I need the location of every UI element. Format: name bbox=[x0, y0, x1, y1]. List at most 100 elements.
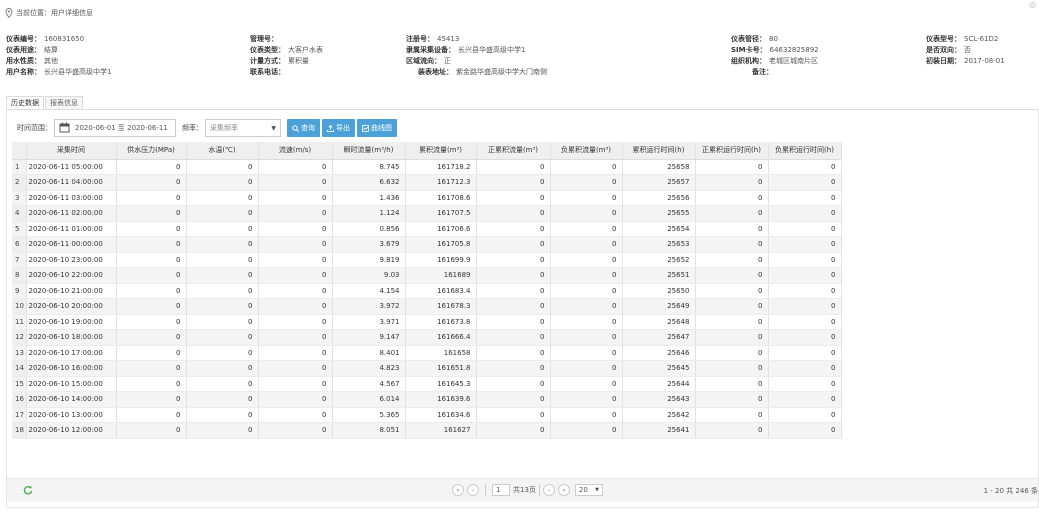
table-cell: 0 bbox=[695, 221, 769, 237]
record-summary: 1 - 20 共 246 条 bbox=[983, 487, 1038, 495]
column-header[interactable]: 负累积流量(m³) bbox=[550, 142, 623, 160]
table-cell: 0 bbox=[186, 422, 259, 439]
export-button[interactable]: 导出 bbox=[322, 119, 355, 137]
table-cell: 0 bbox=[116, 221, 187, 237]
table-cell: 0 bbox=[116, 407, 187, 423]
table-cell: 0 bbox=[476, 205, 551, 222]
table-cell: 25648 bbox=[622, 314, 696, 330]
row-number-cell: 17 bbox=[12, 407, 27, 423]
table-row[interactable]: 12 2020-06-10 18:00:00 0 0 0 9.147 161666.4 0 0 2… bbox=[12, 329, 842, 346]
table-cell: 0 bbox=[258, 267, 333, 284]
info-field-value: 80 bbox=[769, 35, 778, 43]
info-field: 仪表管径： 80 bbox=[731, 34, 778, 44]
table-cell: 0 bbox=[476, 252, 551, 268]
info-field-value: 紫金路华盛高级中学大门南侧 bbox=[456, 68, 547, 76]
time-cell: 2020-06-11 04:00:00 bbox=[26, 174, 117, 191]
query-button[interactable]: 查询 bbox=[287, 119, 320, 137]
date-range-value: 2020-06-01 至 2020-06-11 bbox=[75, 124, 168, 132]
table-cell: 0 bbox=[768, 252, 842, 268]
info-field-value: 长兴县华盛高级中学1 bbox=[458, 46, 526, 54]
prev-page-button[interactable]: ‹ bbox=[467, 484, 479, 496]
table-row[interactable]: 7 2020-06-10 23:00:00 0 0 0 9.819 161699.9 0 0 25… bbox=[12, 252, 842, 268]
table-cell: 25656 bbox=[622, 190, 696, 206]
table-cell: 0 bbox=[116, 376, 187, 392]
column-header[interactable]: 供水压力(MPa) bbox=[116, 142, 187, 160]
info-field-value: 否 bbox=[964, 46, 971, 54]
table-cell: 0 bbox=[476, 159, 551, 175]
tab-history[interactable]: 历史数据 bbox=[6, 96, 44, 110]
table-row[interactable]: 18 2020-06-10 12:00:00 0 0 0 8.051 161627 0 0 256… bbox=[12, 422, 842, 439]
table-cell: 0 bbox=[768, 345, 842, 361]
table-cell: 0 bbox=[186, 159, 259, 175]
time-cell: 2020-06-10 16:00:00 bbox=[26, 360, 117, 377]
column-header[interactable]: 正累积运行时间(h) bbox=[695, 142, 769, 160]
table-cell: 0 bbox=[768, 360, 842, 377]
tab-bar: 历史数据 报表信息 bbox=[6, 96, 84, 110]
refresh-icon[interactable] bbox=[23, 485, 33, 495]
table-cell: 161627 bbox=[405, 422, 477, 439]
table-cell: 1.436 bbox=[332, 190, 406, 206]
pager-divider bbox=[485, 484, 486, 496]
table-cell: 161718.2 bbox=[405, 159, 477, 175]
corner-icon[interactable]: ◎ bbox=[1029, 0, 1036, 9]
column-header[interactable]: 流速(m/s) bbox=[258, 142, 333, 160]
table-row[interactable]: 3 2020-06-11 03:00:00 0 0 0 1.436 161708.6 0 0 25… bbox=[12, 190, 842, 206]
table-cell: 0 bbox=[768, 159, 842, 175]
calendar-icon[interactable] bbox=[58, 122, 72, 134]
time-cell: 2020-06-11 01:00:00 bbox=[26, 221, 117, 237]
table-cell: 0 bbox=[116, 360, 187, 377]
table-row[interactable]: 5 2020-06-11 01:00:00 0 0 0 0.856 161706.6 0 0 25… bbox=[12, 221, 842, 237]
table-cell: 0 bbox=[550, 205, 623, 222]
column-header[interactable]: 负累积运行时间(h) bbox=[768, 142, 842, 160]
first-page-button[interactable]: « bbox=[452, 484, 464, 496]
table-row[interactable]: 8 2020-06-10 22:00:00 0 0 0 9.03 161689 0 0 25651… bbox=[12, 267, 842, 284]
table-row[interactable]: 15 2020-06-10 15:00:00 0 0 0 4.567 161645.3 0 0 2… bbox=[12, 376, 842, 392]
info-field-label: 是否双向： bbox=[926, 46, 961, 54]
column-header[interactable]: 正累积流量(m³) bbox=[476, 142, 551, 160]
table-cell: 9.147 bbox=[332, 329, 406, 346]
table-cell: 0 bbox=[116, 236, 187, 253]
info-field: 初装日期： 2017-08-01 bbox=[926, 56, 1005, 66]
table-cell: 8.051 bbox=[332, 422, 406, 439]
breadcrumb: 当前位置：用户详细信息 ◎ bbox=[0, 0, 1039, 26]
table-cell: 0 bbox=[258, 329, 333, 346]
table-row[interactable]: 16 2020-06-10 14:00:00 0 0 0 6.014 161639.6 0 0 2… bbox=[12, 391, 842, 408]
next-page-button[interactable]: › bbox=[542, 484, 555, 496]
table-cell: 0 bbox=[695, 252, 769, 268]
table-row[interactable]: 10 2020-06-10 20:00:00 0 0 0 3.972 161678.3 0 0 2… bbox=[12, 298, 842, 315]
column-header[interactable]: 累积运行时间(h) bbox=[622, 142, 696, 160]
chevron-down-icon: ▼ bbox=[595, 487, 599, 493]
table-row[interactable]: 14 2020-06-10 16:00:00 0 0 0 4.823 161651.8 0 0 2… bbox=[12, 360, 842, 377]
info-field: 用户名称： 长兴县华盛高级中学1 bbox=[6, 67, 111, 77]
frequency-select[interactable]: 采集频率 ▼ bbox=[205, 119, 281, 137]
column-header[interactable]: 瞬时流量(m³/h) bbox=[332, 142, 406, 160]
history-panel: 时间范围： 2020-06-01 至 2020-06-11 频率： 采集频率 ▼… bbox=[6, 110, 1039, 508]
chevron-down-icon: ▼ bbox=[271, 124, 276, 132]
table-row[interactable]: 6 2020-06-11 00:00:00 0 0 0 3.679 161705.8 0 0 25… bbox=[12, 236, 842, 253]
date-range-input[interactable]: 2020-06-01 至 2020-06-11 bbox=[54, 119, 176, 137]
column-header[interactable]: 累积流量(m³) bbox=[405, 142, 477, 160]
time-cell: 2020-06-10 12:00:00 bbox=[26, 422, 117, 439]
curve-chart-button[interactable]: 曲线图 bbox=[357, 119, 397, 137]
column-header[interactable]: 采集时间 bbox=[26, 142, 117, 160]
column-header[interactable]: 水温(℃) bbox=[186, 142, 259, 160]
page-number-input[interactable]: 1 bbox=[492, 484, 510, 496]
row-number-cell: 6 bbox=[12, 236, 27, 253]
last-page-button[interactable]: » bbox=[557, 484, 570, 496]
page-size-select[interactable]: 20 ▼ bbox=[574, 484, 603, 496]
table-row[interactable]: 11 2020-06-10 19:00:00 0 0 0 3.971 161673.8 0 0 2… bbox=[12, 314, 842, 330]
table-row[interactable]: 17 2020-06-10 13:00:00 0 0 0 5.365 161634.6 0 0 2… bbox=[12, 407, 842, 423]
table-cell: 25645 bbox=[622, 360, 696, 377]
table-row[interactable]: 13 2020-06-10 17:00:00 0 0 0 8.401 161658 0 0 256… bbox=[12, 345, 842, 361]
table-cell: 0 bbox=[550, 329, 623, 346]
tab-report[interactable]: 报表信息 bbox=[45, 96, 83, 110]
table-row[interactable]: 2 2020-06-11 04:00:00 0 0 0 6.632 161712.3 0 0 25… bbox=[12, 174, 842, 191]
table-cell: 0 bbox=[476, 376, 551, 392]
table-row[interactable]: 4 2020-06-11 02:00:00 0 0 0 1.124 161707.5 0 0 25… bbox=[12, 205, 842, 222]
time-cell: 2020-06-10 18:00:00 bbox=[26, 329, 117, 346]
table-cell: 0 bbox=[186, 190, 259, 206]
table-row[interactable]: 1 2020-06-11 05:00:00 0 0 0 8.745 161718.2 0 0 25… bbox=[12, 159, 842, 175]
time-range-label: 时间范围： bbox=[17, 124, 52, 132]
row-number-cell: 16 bbox=[12, 391, 27, 408]
table-row[interactable]: 9 2020-06-10 21:00:00 0 0 0 4.154 161683.4 0 0 25… bbox=[12, 283, 842, 299]
